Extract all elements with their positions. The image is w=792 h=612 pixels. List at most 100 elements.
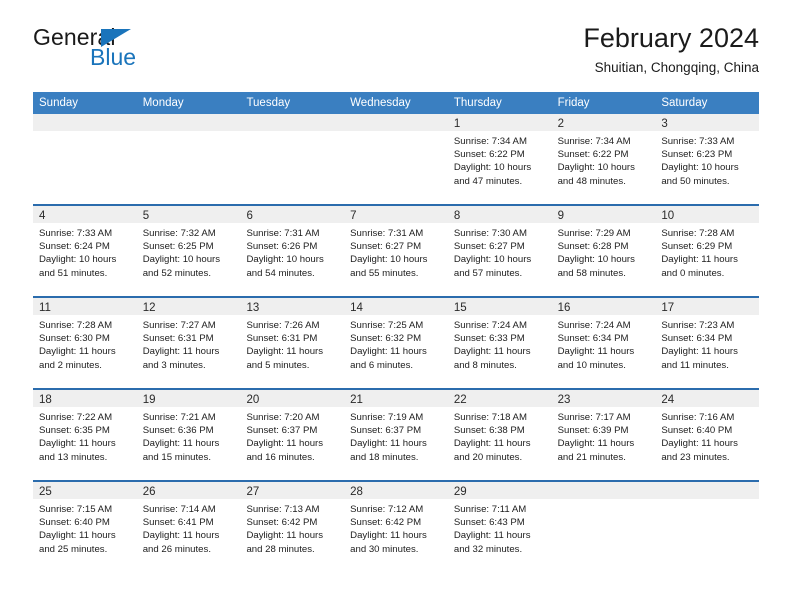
sunset-text: Sunset: 6:40 PM: [39, 517, 110, 529]
sunset-text: Sunset: 6:28 PM: [557, 241, 629, 253]
day-number-band: 5: [136, 206, 241, 223]
day-details: [552, 499, 656, 503]
day-details: [344, 131, 448, 135]
page-title: February 2024: [583, 23, 759, 53]
daylight-text-line1: Daylight: 10 hours: [453, 254, 532, 266]
daylight-text-line2: and 50 minutes.: [661, 175, 730, 187]
day-cell[interactable]: 19 Sunrise: 7:21 AM Sunset: 6:36 PM Dayligh…: [136, 390, 241, 480]
daylight-text-line1: Daylight: 10 hours: [350, 254, 428, 266]
daylight-text-line2: and 25 minutes.: [39, 543, 108, 555]
day-number: 6: [246, 210, 253, 222]
weekday-header-friday: Friday: [557, 97, 590, 109]
sunrise-text: Sunrise: 7:24 AM: [453, 320, 527, 331]
day-number: 22: [453, 394, 467, 406]
sunset-text: Sunset: 6:29 PM: [661, 241, 733, 253]
day-cell[interactable]: 5 Sunrise: 7:32 AM Sunset: 6:25 PM Daylight…: [136, 206, 241, 296]
sunset-text: Sunset: 6:37 PM: [246, 425, 318, 437]
day-cell[interactable]: 14 Sunrise: 7:25 AM Sunset: 6:32 PM Dayligh…: [344, 298, 448, 388]
day-cell[interactable]: 15 Sunrise: 7:24 AM Sunset: 6:33 PM Dayligh…: [447, 298, 552, 388]
day-number: 29: [453, 486, 467, 498]
weekday-header-monday: Monday: [142, 97, 184, 109]
day-cell[interactable]: 12 Sunrise: 7:27 AM Sunset: 6:31 PM Dayligh…: [136, 298, 241, 388]
daylight-text-line1: Daylight: 10 hours: [661, 162, 739, 174]
sunset-text: Sunset: 6:35 PM: [39, 425, 110, 437]
day-cell[interactable]: 18 Sunrise: 7:22 AM Sunset: 6:35 PM Dayligh…: [33, 390, 137, 480]
day-details: [240, 131, 344, 135]
daylight-text-line1: Daylight: 10 hours: [453, 162, 532, 174]
day-details: Sunrise: 7:16 AM Sunset: 6:40 PM Daylight:…: [655, 407, 759, 464]
daylight-text-line2: and 10 minutes.: [557, 359, 626, 371]
general-blue-logo[interactable]: General Blue: [33, 24, 263, 78]
sunrise-text: Sunrise: 7:28 AM: [39, 320, 113, 331]
day-cell[interactable]: 7 Sunrise: 7:31 AM Sunset: 6:27 PM Daylight…: [344, 206, 448, 296]
daylight-text-line1: Daylight: 11 hours: [453, 346, 531, 358]
day-cell[interactable]: 22 Sunrise: 7:18 AM Sunset: 6:38 PM Dayligh…: [447, 390, 552, 480]
day-details: Sunrise: 7:34 AM Sunset: 6:22 PM Daylight:…: [552, 131, 656, 188]
sunrise-text: Sunrise: 7:11 AM: [453, 504, 527, 515]
sunrise-text: Sunrise: 7:15 AM: [39, 504, 113, 515]
daylight-text-line1: Daylight: 11 hours: [350, 438, 427, 450]
day-number: 18: [39, 394, 52, 406]
day-cell[interactable]: 29 Sunrise: 7:11 AM Sunset: 6:43 PM Dayligh…: [447, 482, 552, 572]
day-details: Sunrise: 7:14 AM Sunset: 6:41 PM Daylight:…: [137, 499, 241, 556]
sunrise-text: Sunrise: 7:32 AM: [142, 228, 216, 239]
sunset-text: Sunset: 6:39 PM: [557, 425, 629, 437]
daylight-text-line1: Daylight: 10 hours: [246, 254, 324, 266]
day-details: Sunrise: 7:21 AM Sunset: 6:36 PM Daylight:…: [137, 407, 241, 464]
sunset-text: Sunset: 6:36 PM: [142, 425, 214, 437]
day-cell[interactable]: 25 Sunrise: 7:15 AM Sunset: 6:40 PM Dayligh…: [33, 482, 137, 572]
day-cell[interactable]: 26 Sunrise: 7:14 AM Sunset: 6:41 PM Dayligh…: [136, 482, 241, 572]
sunrise-text: Sunrise: 7:18 AM: [453, 412, 527, 423]
logo-text-blue: Blue: [90, 44, 137, 70]
day-cell[interactable]: 28 Sunrise: 7:12 AM Sunset: 6:42 PM Dayligh…: [344, 482, 448, 572]
sunrise-text: Sunrise: 7:33 AM: [661, 136, 735, 147]
title-block: February 2024 Shuitian, Chongqing, China: [583, 22, 759, 78]
sunrise-text: Sunrise: 7:16 AM: [661, 412, 735, 423]
daylight-text-line2: and 55 minutes.: [350, 267, 419, 279]
day-number-band: 17: [655, 298, 760, 315]
day-number-band: 3: [655, 114, 760, 131]
day-cell[interactable]: 4 Sunrise: 7:33 AM Sunset: 6:24 PM Daylight…: [33, 206, 137, 296]
day-cell[interactable]: 20 Sunrise: 7:20 AM Sunset: 6:37 PM Dayligh…: [240, 390, 345, 480]
day-number: 10: [661, 210, 675, 222]
day-number: 20: [246, 394, 260, 406]
sunset-text: Sunset: 6:42 PM: [350, 517, 422, 529]
day-number: 15: [453, 302, 467, 314]
day-number-band: 13: [240, 298, 345, 315]
day-cell[interactable]: 21 Sunrise: 7:19 AM Sunset: 6:37 PM Dayligh…: [344, 390, 448, 480]
day-cell[interactable]: 11 Sunrise: 7:28 AM Sunset: 6:30 PM Dayligh…: [33, 298, 137, 388]
day-cell[interactable]: 6 Sunrise: 7:31 AM Sunset: 6:26 PM Daylight…: [240, 206, 345, 296]
daylight-text-line1: Daylight: 11 hours: [557, 346, 635, 358]
day-cell[interactable]: 23 Sunrise: 7:17 AM Sunset: 6:39 PM Dayligh…: [551, 390, 656, 480]
calendar-weeks: 1 Sunrise: 7:34 AM Sunset: 6:22 PM Daylight…: [33, 114, 760, 572]
sunset-text: Sunset: 6:31 PM: [142, 333, 214, 345]
sunset-text: Sunset: 6:32 PM: [350, 333, 422, 345]
daylight-text-line1: Daylight: 11 hours: [350, 346, 427, 358]
sunset-text: Sunset: 6:31 PM: [246, 333, 318, 345]
day-cell[interactable]: 16 Sunrise: 7:24 AM Sunset: 6:34 PM Dayligh…: [551, 298, 656, 388]
day-cell[interactable]: 10 Sunrise: 7:28 AM Sunset: 6:29 PM Dayligh…: [655, 206, 760, 296]
day-cell[interactable]: 24 Sunrise: 7:16 AM Sunset: 6:40 PM Dayligh…: [655, 390, 760, 480]
day-details: Sunrise: 7:31 AM Sunset: 6:27 PM Daylight:…: [344, 223, 448, 280]
daylight-text-line1: Daylight: 11 hours: [246, 530, 324, 542]
daylight-text-line1: Daylight: 11 hours: [142, 530, 220, 542]
day-cell[interactable]: 13 Sunrise: 7:26 AM Sunset: 6:31 PM Dayligh…: [240, 298, 345, 388]
day-cell[interactable]: 2 Sunrise: 7:34 AM Sunset: 6:22 PM Daylight…: [551, 114, 656, 204]
day-number: 19: [142, 394, 156, 406]
weekday-header-sunday: Sunday: [39, 97, 79, 109]
day-cell[interactable]: 9 Sunrise: 7:29 AM Sunset: 6:28 PM Daylight…: [551, 206, 656, 296]
sunset-text: Sunset: 6:24 PM: [39, 241, 110, 253]
day-details: Sunrise: 7:17 AM Sunset: 6:39 PM Daylight:…: [552, 407, 656, 464]
day-number: 12: [142, 302, 156, 314]
day-number: 8: [453, 210, 461, 222]
day-cell[interactable]: 3 Sunrise: 7:33 AM Sunset: 6:23 PM Daylight…: [655, 114, 760, 204]
day-cell[interactable]: 27 Sunrise: 7:13 AM Sunset: 6:42 PM Dayligh…: [240, 482, 345, 572]
day-cell[interactable]: 1 Sunrise: 7:34 AM Sunset: 6:22 PM Daylight…: [447, 114, 552, 204]
sunrise-text: Sunrise: 7:12 AM: [350, 504, 424, 515]
day-number-band: 9: [551, 206, 656, 223]
day-number: 24: [661, 394, 675, 406]
weekday-header-thursday: Thursday: [453, 97, 502, 109]
day-cell[interactable]: 17 Sunrise: 7:23 AM Sunset: 6:34 PM Dayligh…: [655, 298, 760, 388]
day-cell[interactable]: 8 Sunrise: 7:30 AM Sunset: 6:27 PM Daylight…: [447, 206, 552, 296]
day-number: 21: [350, 394, 363, 406]
